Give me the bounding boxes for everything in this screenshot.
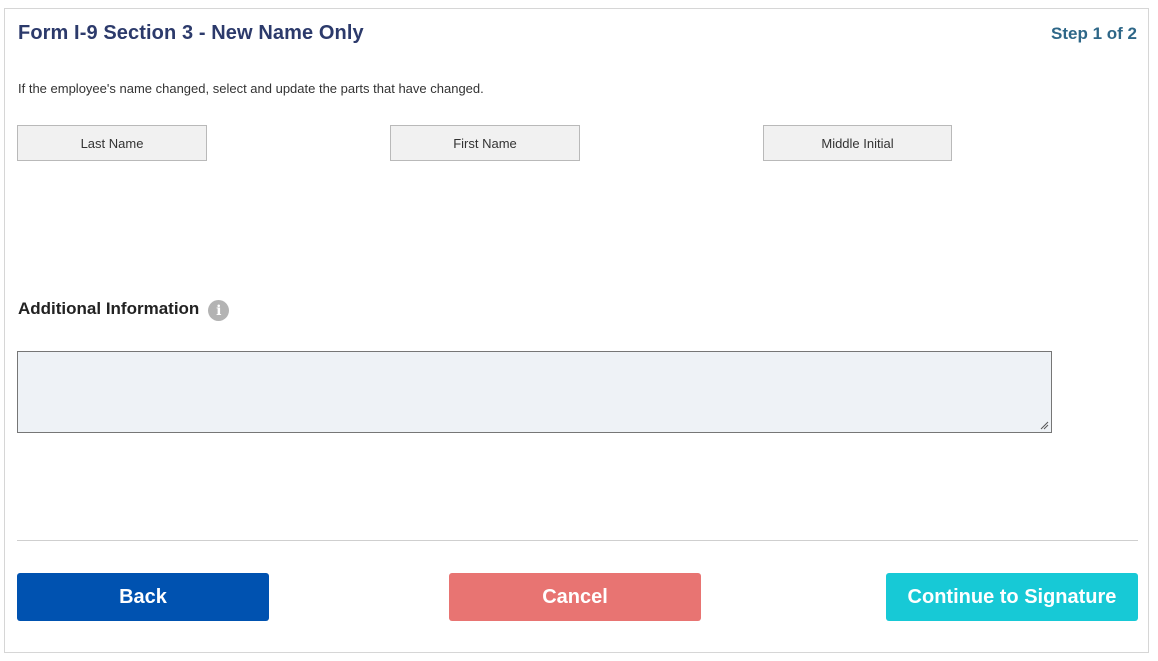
last-name-toggle-button[interactable]: Last Name — [17, 125, 207, 161]
step-indicator: Step 1 of 2 — [1051, 24, 1137, 43]
form-panel: Form I-9 Section 3 - New Name Only Step … — [4, 8, 1149, 653]
additional-information-heading: Additional Information i — [18, 297, 230, 321]
page-title: Form I-9 Section 3 - New Name Only — [18, 22, 364, 44]
back-button[interactable]: Back — [17, 573, 269, 621]
continue-to-signature-button[interactable]: Continue to Signature — [886, 573, 1138, 621]
additional-information-label: Additional Information — [18, 299, 200, 318]
instructions-text: If the employee's name changed, select a… — [18, 81, 484, 96]
footer-divider — [17, 540, 1138, 541]
cancel-button[interactable]: Cancel — [449, 573, 701, 621]
middle-initial-toggle-button[interactable]: Middle Initial — [763, 125, 952, 161]
first-name-toggle-button[interactable]: First Name — [390, 125, 580, 161]
resize-grip-icon[interactable] — [1039, 420, 1049, 430]
info-icon[interactable]: i — [208, 300, 230, 321]
additional-information-textarea[interactable] — [17, 351, 1052, 433]
